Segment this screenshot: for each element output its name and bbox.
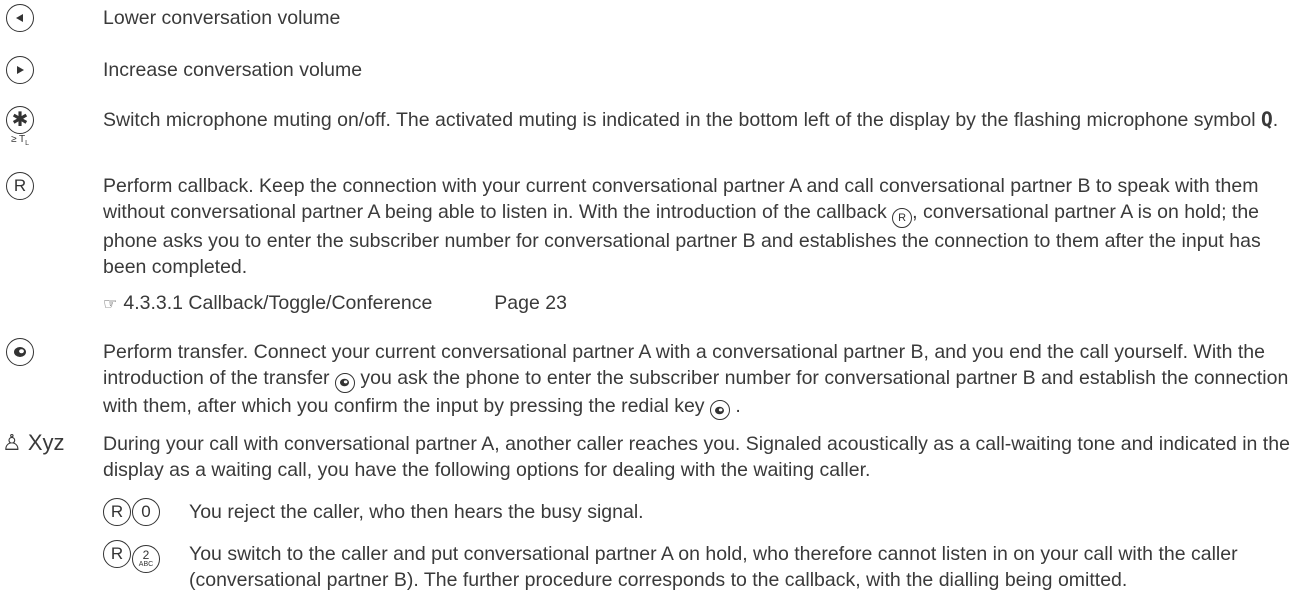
mute-key-sublabel: ≥ TL <box>10 134 30 148</box>
option-switch: R 2 ABC You switch to the caller and put c… <box>103 540 1303 594</box>
option-switch-text: You switch to the caller and put convers… <box>189 543 1238 591</box>
redial-key-icon <box>6 338 34 366</box>
right-arrow-key-icon <box>6 56 34 84</box>
redial-key-inline-icon <box>334 372 355 393</box>
option-reject-text: You reject the caller, who then hears th… <box>189 501 644 523</box>
section-reference: ☞ 4.3.3.1 Callback/Toggle/Conference Page … <box>103 290 1303 318</box>
digit-0-key-icon: 0 <box>132 498 160 526</box>
microphone-icon: Q <box>1261 108 1273 131</box>
lower-volume-text: Lower conversation volume <box>103 7 341 29</box>
increase-volume-text: Increase conversation volume <box>103 59 363 81</box>
callback-text: Perform callback. Keep the connection wi… <box>103 175 1261 278</box>
left-arrow-key-icon <box>6 4 34 32</box>
section-reference-title: 4.3.3.1 Callback/Toggle/Conference <box>123 292 433 314</box>
r-key-icon: R <box>103 540 131 568</box>
redial-key-inline-icon-2 <box>709 400 730 420</box>
digit-2-abc-key-icon: 2 ABC <box>132 545 160 573</box>
page-reference: Page 23 <box>494 292 567 314</box>
call-waiting-text: During your call with conversational par… <box>103 433 1290 481</box>
mute-text: Switch microphone muting on/off. The act… <box>103 108 1279 131</box>
option-reject: R0 You reject the caller, who then hears… <box>103 498 1303 528</box>
transfer-text: Perform transfer. Connect your current c… <box>103 339 1303 420</box>
r-key-icon: R <box>103 498 131 526</box>
bell-icon: ♙ Xyz <box>2 430 65 455</box>
r-key-icon: R <box>6 172 34 200</box>
r-key-inline-icon: R <box>892 208 913 228</box>
pointing-hand-icon: ☞ <box>103 296 118 313</box>
star-key-icon: ✱ <box>6 106 34 134</box>
